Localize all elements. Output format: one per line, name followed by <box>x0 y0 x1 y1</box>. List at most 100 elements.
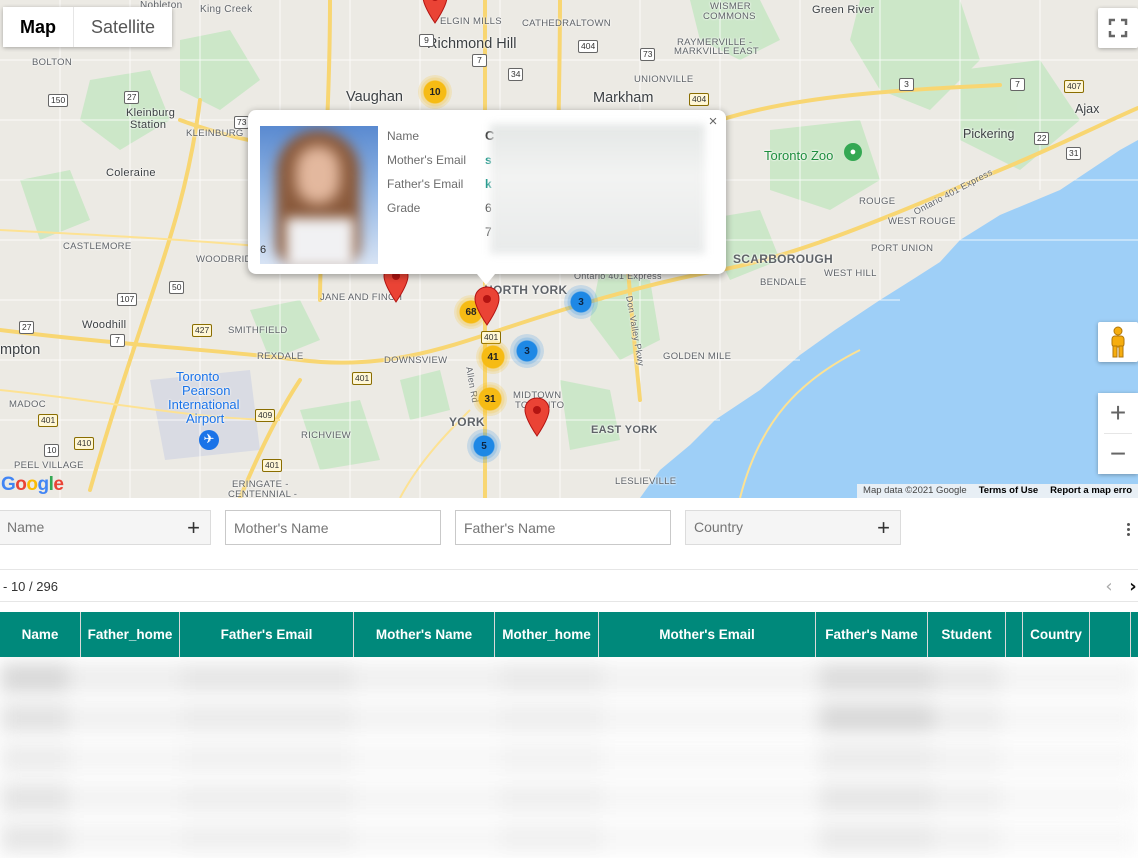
logo-letter: G <box>1 474 16 495</box>
place-label: Markham <box>593 90 654 106</box>
student-photo <box>260 126 378 264</box>
map-canvas[interactable]: Nobleton King Creek BOLTON ELGIN MILLS C… <box>0 0 1138 498</box>
column-header-father-email[interactable]: Father's Email <box>180 612 354 657</box>
zoom-out-button[interactable]: − <box>1098 434 1138 474</box>
country-filter-placeholder: Country <box>694 519 744 535</box>
cluster-count: 31 <box>484 393 496 405</box>
place-label: CENTENNIAL - <box>228 489 298 498</box>
cluster-count: 10 <box>429 86 441 98</box>
place-label: Vaughan <box>346 89 403 105</box>
place-label: SCARBOROUGH <box>733 252 833 266</box>
highway-shield: 31 <box>1066 147 1082 160</box>
place-label: WEST ROUGE <box>888 216 956 227</box>
map-pin-icon[interactable] <box>524 397 550 437</box>
column-header-name[interactable]: Name <box>0 612 81 657</box>
more-options-icon[interactable] <box>1122 520 1134 538</box>
close-icon[interactable]: × <box>704 112 722 130</box>
name-filter-placeholder: Name <box>7 519 45 535</box>
pegman-icon <box>1111 326 1125 358</box>
marker-cluster[interactable]: 5 <box>467 429 501 463</box>
info-label-grade: Grade <box>387 201 421 215</box>
marker-cluster[interactable]: 10 <box>418 75 452 109</box>
next-page-button[interactable]: › <box>1123 574 1138 598</box>
name-filter[interactable]: Name + <box>0 510 211 545</box>
column-header-mother-email[interactable]: Mother's Email <box>599 612 816 657</box>
column-header-blank[interactable] <box>1006 612 1023 657</box>
info-labels: Name Mother's Email Father's Email Grade <box>387 128 466 224</box>
column-header-father-name[interactable]: Father's Name <box>816 612 928 657</box>
add-name-filter-icon[interactable]: + <box>187 511 200 544</box>
street-view-button[interactable] <box>1098 322 1138 362</box>
place-label: Ajax <box>1075 102 1100 116</box>
fullscreen-button[interactable] <box>1098 8 1138 48</box>
zoom-control: + − <box>1098 393 1138 474</box>
place-label: Pearson <box>182 383 231 398</box>
highway-shield: 7 <box>472 54 487 67</box>
column-header-mother-home[interactable]: Mother_home <box>495 612 599 657</box>
marker-cluster[interactable]: 31 <box>473 382 507 416</box>
column-header-mother-name[interactable]: Mother's Name <box>354 612 495 657</box>
table-row[interactable] <box>0 783 1138 813</box>
highway-shield: 7 <box>1010 78 1025 91</box>
highway-shield: 27 <box>124 91 140 104</box>
place-label: PORT UNION <box>871 243 934 254</box>
selected-map-pin-icon[interactable] <box>474 286 500 326</box>
highway-shield: 22 <box>1034 132 1050 145</box>
table-row[interactable] <box>0 823 1138 853</box>
map-attribution: Map data ©2021 Google Terms of Use Repor… <box>857 484 1138 498</box>
cluster-count: 3 <box>524 345 530 357</box>
map-type-satellite-button[interactable]: Satellite <box>74 7 173 47</box>
logo-letter: g <box>37 474 50 495</box>
highway-shield: 409 <box>255 409 276 422</box>
marker-cluster[interactable]: 41 <box>476 340 510 374</box>
highway-shield: 27 <box>19 321 35 334</box>
place-label: King Creek <box>200 4 253 15</box>
father-name-input[interactable] <box>455 510 671 545</box>
info-label-mother-email: Mother's Email <box>387 153 466 167</box>
logo-letter: o <box>26 474 38 495</box>
paw-icon: ● <box>844 143 862 161</box>
map-pin-icon[interactable] <box>422 0 448 24</box>
marker-cluster[interactable]: 3 <box>510 334 544 368</box>
table-row[interactable] <box>0 663 1138 693</box>
highway-shield: 401 <box>262 459 283 472</box>
table-row[interactable] <box>0 703 1138 733</box>
place-label: REXDALE <box>257 351 304 362</box>
place-label: CASTLEMORE <box>63 241 132 252</box>
highway-shield: 73 <box>640 48 656 61</box>
column-header-edge <box>1131 612 1138 657</box>
logo-letter: e <box>53 474 64 495</box>
page-range: - 10 / 296 <box>3 579 58 594</box>
highway-shield: 3 <box>899 78 914 91</box>
table-row[interactable] <box>0 743 1138 773</box>
place-label: Coleraine <box>106 167 156 179</box>
fullscreen-icon <box>1108 18 1128 38</box>
highway-shield: 7 <box>110 334 125 347</box>
marker-cluster[interactable]: 3 <box>564 285 598 319</box>
place-label: Green River <box>812 4 875 16</box>
redacted-overlay <box>490 124 705 254</box>
prev-page-button[interactable]: ‹ <box>1099 574 1119 598</box>
column-header-blank[interactable] <box>1090 612 1131 657</box>
place-label: WEST HILL <box>824 268 877 279</box>
column-header-country[interactable]: Country <box>1023 612 1090 657</box>
table-body <box>0 657 1138 858</box>
zoom-in-button[interactable]: + <box>1098 393 1138 433</box>
column-header-father-home[interactable]: Father_home <box>81 612 180 657</box>
report-map-error-link[interactable]: Report a map erro <box>1044 484 1138 498</box>
info-label-father-email: Father's Email <box>387 177 464 191</box>
place-label: GOLDEN MILE <box>663 351 732 362</box>
map-type-map-button[interactable]: Map <box>3 7 73 47</box>
add-country-filter-icon[interactable]: + <box>877 511 890 544</box>
highway-shield: 404 <box>578 40 599 53</box>
terms-of-use-link[interactable]: Terms of Use <box>973 484 1044 498</box>
place-label: COMMONS <box>703 11 756 22</box>
place-label: ELGIN MILLS <box>440 16 502 27</box>
country-filter[interactable]: Country + <box>685 510 901 545</box>
google-logo[interactable]: Google <box>1 474 64 496</box>
mother-name-input[interactable] <box>225 510 441 545</box>
column-header-student[interactable]: Student <box>928 612 1006 657</box>
place-label: KLEINBURG <box>186 128 244 139</box>
highway-shield: 9 <box>419 34 434 47</box>
highway-shield: 404 <box>689 93 710 106</box>
